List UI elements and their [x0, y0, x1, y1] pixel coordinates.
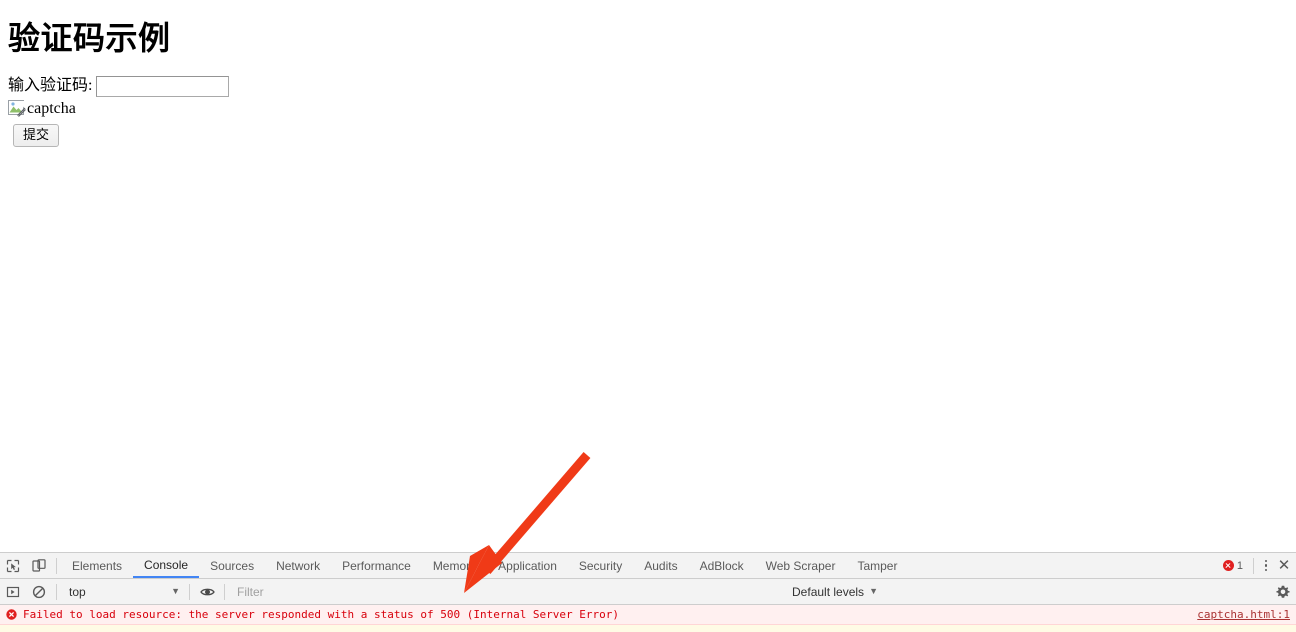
captcha-form-row: 输入验证码:: [8, 74, 1288, 98]
tab-web-scraper[interactable]: Web Scraper: [755, 553, 847, 578]
tab-sources[interactable]: Sources: [199, 553, 265, 578]
tab-application[interactable]: Application: [487, 553, 568, 578]
execute-snippet-icon[interactable]: [0, 579, 26, 604]
submit-button[interactable]: 提交: [13, 124, 60, 147]
tab-performance[interactable]: Performance: [331, 553, 422, 578]
tab-adblock[interactable]: AdBlock: [689, 553, 755, 578]
device-toolbar-icon[interactable]: [26, 553, 52, 578]
filterbar-divider-2: [189, 583, 190, 600]
inspect-element-icon[interactable]: [0, 553, 26, 578]
chevron-down-icon-levels: ▼: [869, 586, 878, 596]
devtools-tab-list: Elements Console Sources Network Perform…: [61, 553, 1217, 578]
captcha-image-broken[interactable]: captcha: [8, 100, 1288, 118]
console-sidebar-eye-icon[interactable]: [194, 579, 220, 604]
clear-console-icon[interactable]: [26, 579, 52, 604]
log-levels-value: Default levels: [792, 584, 865, 599]
close-devtools-icon[interactable]: ✕: [1274, 556, 1294, 576]
tab-elements[interactable]: Elements: [61, 553, 133, 578]
console-message-list: Failed to load resource: the server resp…: [0, 605, 1296, 632]
error-circle-icon: [1222, 560, 1234, 571]
toolbar-divider: [56, 557, 57, 574]
console-error-text: Failed to load resource: the server resp…: [23, 608, 620, 621]
error-icon: [6, 609, 17, 620]
settings-gear-icon[interactable]: [1270, 581, 1296, 603]
console-error-source-link[interactable]: captcha.html:1: [1187, 608, 1290, 621]
execution-context-value: top: [69, 584, 86, 599]
captcha-input[interactable]: [96, 75, 230, 97]
tab-tamper[interactable]: Tamper: [846, 553, 908, 578]
error-count-value: 1: [1236, 559, 1243, 572]
console-warning-row[interactable]: [0, 625, 1296, 632]
console-filter-input[interactable]: [229, 581, 783, 602]
tab-memory[interactable]: Memory: [422, 553, 487, 578]
devtools-panel: Elements Console Sources Network Perform…: [0, 552, 1296, 632]
tab-console[interactable]: Console: [133, 553, 200, 578]
page-body: 验证码示例 输入验证码: captcha 提交: [0, 0, 1296, 155]
error-count-badge[interactable]: 1: [1217, 560, 1249, 572]
tab-network[interactable]: Network: [265, 553, 331, 578]
filterbar-divider-3: [224, 583, 225, 600]
devtools-tabbar: Elements Console Sources Network Perform…: [0, 553, 1296, 579]
toolbar-divider-right: [1253, 557, 1254, 574]
web-page-viewport: 验证码示例 输入验证码: captcha 提交: [0, 0, 1296, 552]
filterbar-divider-1: [56, 583, 57, 600]
tab-audits[interactable]: Audits: [633, 553, 688, 578]
devtools-tabbar-right: 1 ✕: [1217, 553, 1296, 578]
broken-image-icon: [8, 100, 26, 118]
captcha-input-label: 输入验证码:: [8, 77, 93, 95]
broken-image-alt-text: captcha: [27, 100, 76, 118]
console-filter-toolbar: top ▼ Default levels ▼: [0, 579, 1296, 605]
chevron-down-icon: ▼: [171, 586, 180, 596]
tab-security[interactable]: Security: [568, 553, 633, 578]
execution-context-select[interactable]: top ▼: [61, 582, 185, 602]
more-options-icon[interactable]: [1258, 556, 1274, 576]
page-title: 验证码示例: [8, 20, 171, 56]
console-error-row[interactable]: Failed to load resource: the server resp…: [0, 605, 1296, 625]
log-levels-select[interactable]: Default levels ▼: [782, 582, 888, 602]
